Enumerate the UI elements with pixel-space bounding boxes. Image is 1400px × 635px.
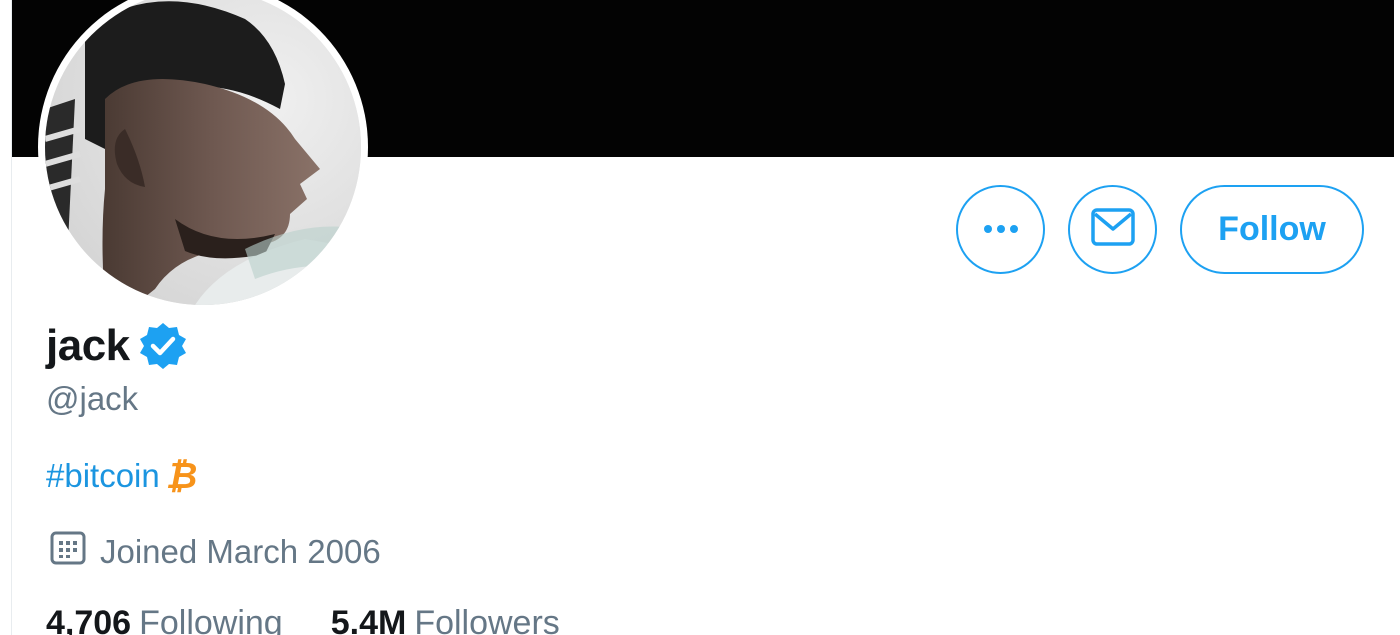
envelope-icon xyxy=(1090,208,1135,251)
more-horizontal-icon xyxy=(981,221,1021,239)
followers-stat[interactable]: 5.4M Followers xyxy=(331,604,560,635)
following-stat[interactable]: 4,706 Following xyxy=(46,604,283,635)
followers-label: Followers xyxy=(414,604,560,635)
profile-handle: @jack xyxy=(46,380,139,417)
following-count: 4,706 xyxy=(46,604,132,635)
join-date-text: Joined March 2006 xyxy=(100,533,381,570)
follow-button[interactable]: Follow xyxy=(1180,185,1364,274)
profile-avatar[interactable] xyxy=(38,0,368,312)
more-options-button[interactable] xyxy=(956,185,1045,274)
hashtag-link[interactable]: #bitcoin xyxy=(46,457,160,495)
display-name: jack xyxy=(46,321,130,370)
calendar-icon xyxy=(50,530,86,574)
following-label: Following xyxy=(139,604,283,635)
bitcoin-icon: ₿ xyxy=(165,455,198,496)
message-button[interactable] xyxy=(1068,185,1157,274)
join-date: Joined March 2006 xyxy=(50,530,381,574)
profile-page: Follow jack @jack #bitcoin ₿ Joined Marc… xyxy=(0,0,1400,635)
followers-count: 5.4M xyxy=(330,604,407,635)
display-name-row: jack xyxy=(46,318,188,374)
avatar-image xyxy=(45,0,361,305)
profile-bio: #bitcoin ₿ xyxy=(46,455,197,497)
left-gutter xyxy=(0,0,12,635)
verified-badge-icon xyxy=(138,321,188,371)
profile-stats: 4,706 Following 5.4M Followers xyxy=(46,604,608,635)
